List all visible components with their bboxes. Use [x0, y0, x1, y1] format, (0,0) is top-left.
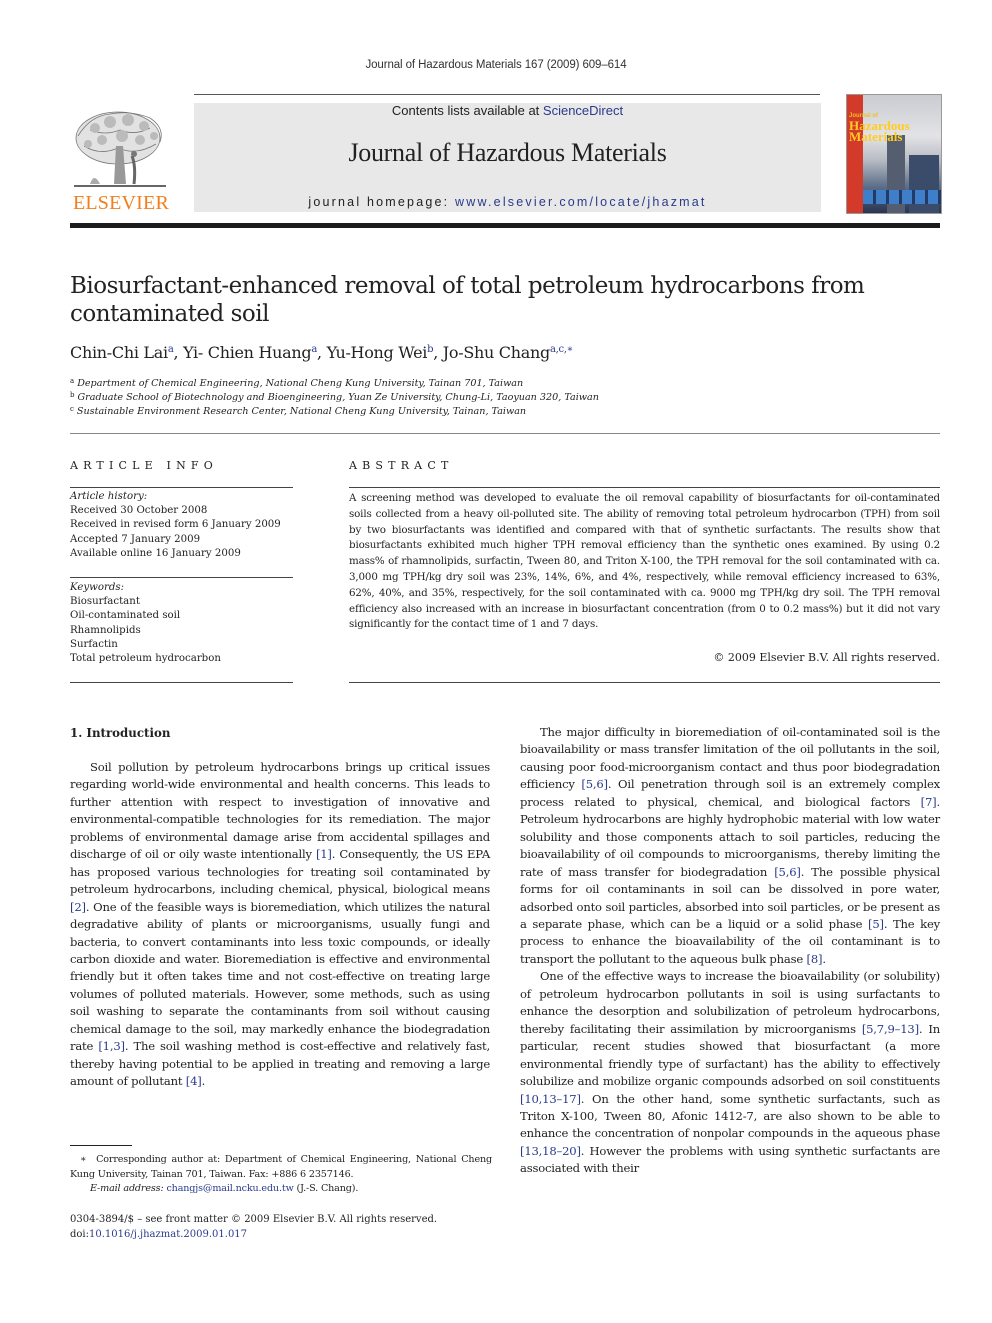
article-title: Biosurfactant-enhanced removal of total … — [70, 272, 930, 328]
keyword: Surfactin — [70, 638, 118, 650]
divider — [70, 433, 940, 434]
keyword: Biosurfactant — [70, 596, 140, 608]
history-item: Available online 16 January 2009 — [70, 547, 241, 559]
article-history-label: Article history: — [70, 491, 148, 502]
author[interactable]: Yi- Chien Huanga — [183, 343, 317, 362]
citation-link[interactable]: [7] — [921, 795, 937, 809]
citation-link[interactable]: [4] — [186, 1074, 202, 1088]
body-text: . — [201, 1074, 206, 1089]
citation-link[interactable]: [1] — [316, 847, 332, 861]
doi-link[interactable]: 10.1016/j.jhazmat.2009.01.017 — [89, 1229, 247, 1240]
sciencedirect-link[interactable]: ScienceDirect — [543, 103, 623, 118]
abstract-heading: ABSTRACT — [349, 459, 454, 472]
running-head: Journal of Hazardous Materials 167 (2009… — [365, 59, 627, 71]
body-text: . — [822, 951, 826, 966]
body-text: . On the other hand, some synthetic surf… — [520, 1091, 940, 1141]
divider — [349, 487, 940, 488]
article-info-heading: ARTICLE INFO — [70, 459, 218, 472]
section-heading: 1. Introduction — [70, 726, 171, 740]
homepage-prefix: journal homepage: — [308, 195, 455, 209]
contents-line: Contents lists available at ScienceDirec… — [194, 103, 821, 118]
keyword: Rhamnolipids — [70, 624, 141, 636]
citation-link[interactable]: [5,7,9–13] — [862, 1022, 919, 1036]
article-title-line1: Biosurfactant-enhanced removal of total … — [70, 273, 865, 299]
journal-title: Journal of Hazardous Materials — [348, 138, 667, 167]
history-item: Received in revised form 6 January 2009 — [70, 519, 281, 531]
citation-link[interactable]: [1,3] — [98, 1039, 125, 1053]
keywords: Keywords: Biosurfactant Oil-contaminated… — [70, 581, 295, 666]
divider — [70, 682, 293, 683]
body-text: . The soil washing method is cost-effect… — [70, 1039, 490, 1089]
divider — [70, 487, 293, 488]
citation-link[interactable]: [8] — [807, 952, 823, 966]
body-text: . However the problems with using synthe… — [520, 1143, 940, 1176]
email-note: E-mail address: changjs@mail.ncku.edu.tw… — [90, 1183, 359, 1194]
elsevier-tree-logo-icon[interactable] — [70, 106, 170, 194]
keyword: Total petroleum hydrocarbon — [70, 653, 221, 665]
article-history: Article history: Received 30 October 200… — [70, 490, 295, 561]
citation-link[interactable]: [5,6] — [581, 777, 608, 791]
email-link[interactable]: changjs@mail.ncku.edu.tw — [166, 1183, 293, 1194]
paragraph: The major difficulty in bioremediation o… — [520, 724, 940, 968]
history-item: Received 30 October 2008 — [70, 505, 208, 517]
body-column-right: The major difficulty in bioremediation o… — [520, 724, 940, 1178]
contents-prefix: Contents lists available at — [391, 103, 543, 118]
keywords-label: Keywords: — [70, 582, 125, 593]
affiliation: c Sustainable Environment Research Center… — [70, 405, 527, 417]
citation-link[interactable]: [5,6] — [774, 865, 801, 879]
homepage-link[interactable]: www.elsevier.com/locate/jhazmat — [455, 195, 707, 209]
abstract-text: A screening method was developed to eval… — [349, 492, 940, 631]
cover-building — [909, 155, 939, 213]
paragraph: Soil pollution by petroleum hydrocarbons… — [70, 759, 490, 1091]
body-text: . One of the feasible ways is bioremedia… — [70, 899, 490, 1054]
abstract-copyright: © 2009 Elsevier B.V. All rights reserved… — [713, 651, 940, 664]
citation-link[interactable]: [2] — [70, 900, 86, 914]
cover-title-line3: Materials — [849, 129, 903, 144]
cover-title: Hazardous Materials — [849, 119, 910, 144]
corresponding-author-note: ∗ Corresponding author at: Department of… — [70, 1154, 492, 1180]
history-item: Accepted 7 January 2009 — [70, 533, 201, 545]
author-list: Chin-Chi Laia, Yi- Chien Huanga, Yu-Hong… — [70, 343, 574, 362]
citation-link[interactable]: [13,18–20] — [520, 1144, 581, 1158]
author[interactable]: Jo-Shu Changa,c,∗ — [443, 343, 574, 362]
citation-link[interactable]: [5] — [868, 917, 884, 931]
paragraph: One of the effective ways to increase th… — [520, 968, 940, 1177]
issn-line: 0304-3894/$ – see front matter © 2009 El… — [70, 1214, 438, 1225]
citation-link[interactable]: [10,13–17] — [520, 1092, 581, 1106]
author-affiliation-mark[interactable]: a,c,∗ — [550, 344, 574, 355]
top-rule — [194, 94, 820, 95]
affiliation: b Graduate School of Biotechnology and Bi… — [70, 391, 599, 403]
affiliation: a Department of Chemical Engineering, Nat… — [70, 377, 524, 389]
footnote-rule — [70, 1145, 132, 1146]
doi-line: doi:10.1016/j.jhazmat.2009.01.017 — [70, 1229, 248, 1240]
keyword: Oil-contaminated soil — [70, 610, 181, 622]
front-matter: 0304-3894/$ – see front matter © 2009 El… — [70, 1212, 510, 1242]
journal-cover-image[interactable]: Journal of Hazardous Materials — [846, 94, 942, 214]
body-column-left: Soil pollution by petroleum hydrocarbons… — [70, 759, 490, 1091]
footnote: ∗ Corresponding author at: Department of… — [70, 1153, 492, 1197]
publisher-name: ELSEVIER — [72, 192, 170, 214]
author[interactable]: Yu-Hong Weib — [327, 343, 434, 362]
journal-homepage: journal homepage: www.elsevier.com/locat… — [194, 195, 821, 209]
author[interactable]: Chin-Chi Laia — [70, 343, 174, 362]
divider — [349, 682, 940, 683]
divider — [70, 577, 293, 578]
masthead-thick-rule — [70, 223, 940, 228]
cover-tanks — [863, 190, 941, 204]
article-title-line2: contaminated soil — [70, 301, 269, 327]
